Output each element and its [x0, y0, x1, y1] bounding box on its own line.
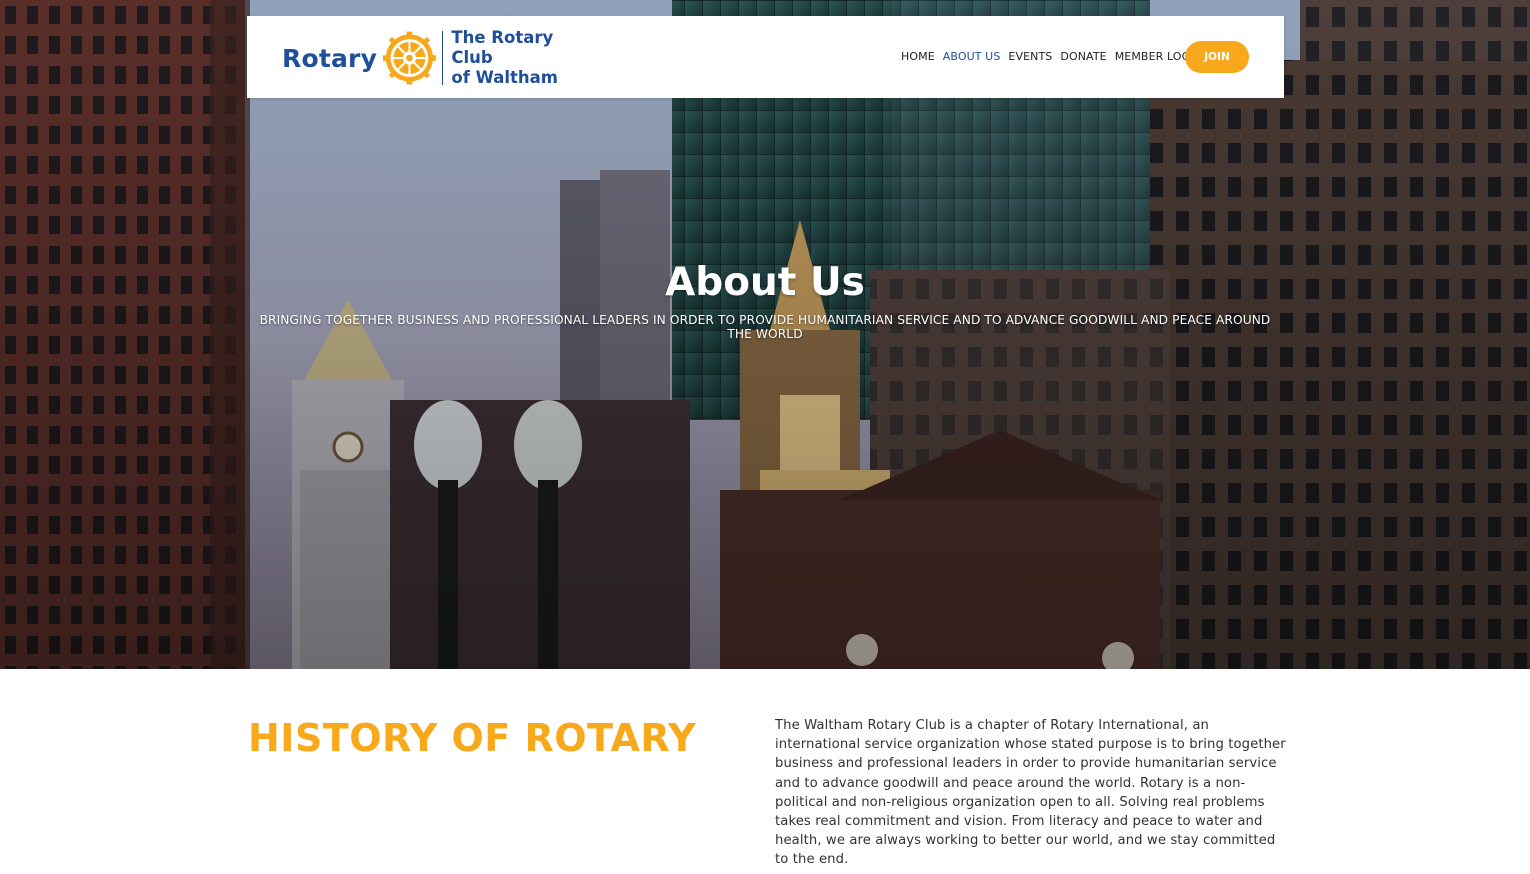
- page-title: About Us: [665, 260, 865, 305]
- page-subtitle: BRINGING TOGETHER BUSINESS AND PROFESSIO…: [259, 313, 1271, 341]
- nav-item-donate[interactable]: DONATE: [1060, 50, 1106, 63]
- logo-divider: [441, 31, 444, 85]
- join-button[interactable]: JOIN: [1185, 41, 1249, 73]
- site-header: Rotary The Rotary Club of Waltham HOME A…: [247, 16, 1284, 98]
- history-body-text: The Waltham Rotary Club is a chapter of …: [775, 718, 1286, 868]
- site-logo-link[interactable]: Rotary The Rotary Club of Waltham: [282, 28, 592, 88]
- main-navigation: HOME ABOUT US EVENTS DONATE MEMBER LOGIN: [901, 50, 1202, 63]
- history-heading: HISTORY OF ROTARY: [248, 716, 697, 760]
- logo-club-name: The Rotary Club of Waltham: [451, 28, 592, 88]
- logo-wordmark: Rotary: [282, 43, 378, 73]
- rotary-wheel-icon: [383, 31, 436, 85]
- logo-club-line2: of Waltham: [451, 68, 558, 87]
- hero-banner: About Us BRINGING TOGETHER BUSINESS AND …: [0, 0, 1530, 669]
- nav-item-events[interactable]: EVENTS: [1008, 50, 1052, 63]
- nav-item-home[interactable]: HOME: [901, 50, 935, 63]
- nav-item-about-us[interactable]: ABOUT US: [943, 50, 1001, 63]
- logo-club-line1: The Rotary Club: [451, 28, 554, 67]
